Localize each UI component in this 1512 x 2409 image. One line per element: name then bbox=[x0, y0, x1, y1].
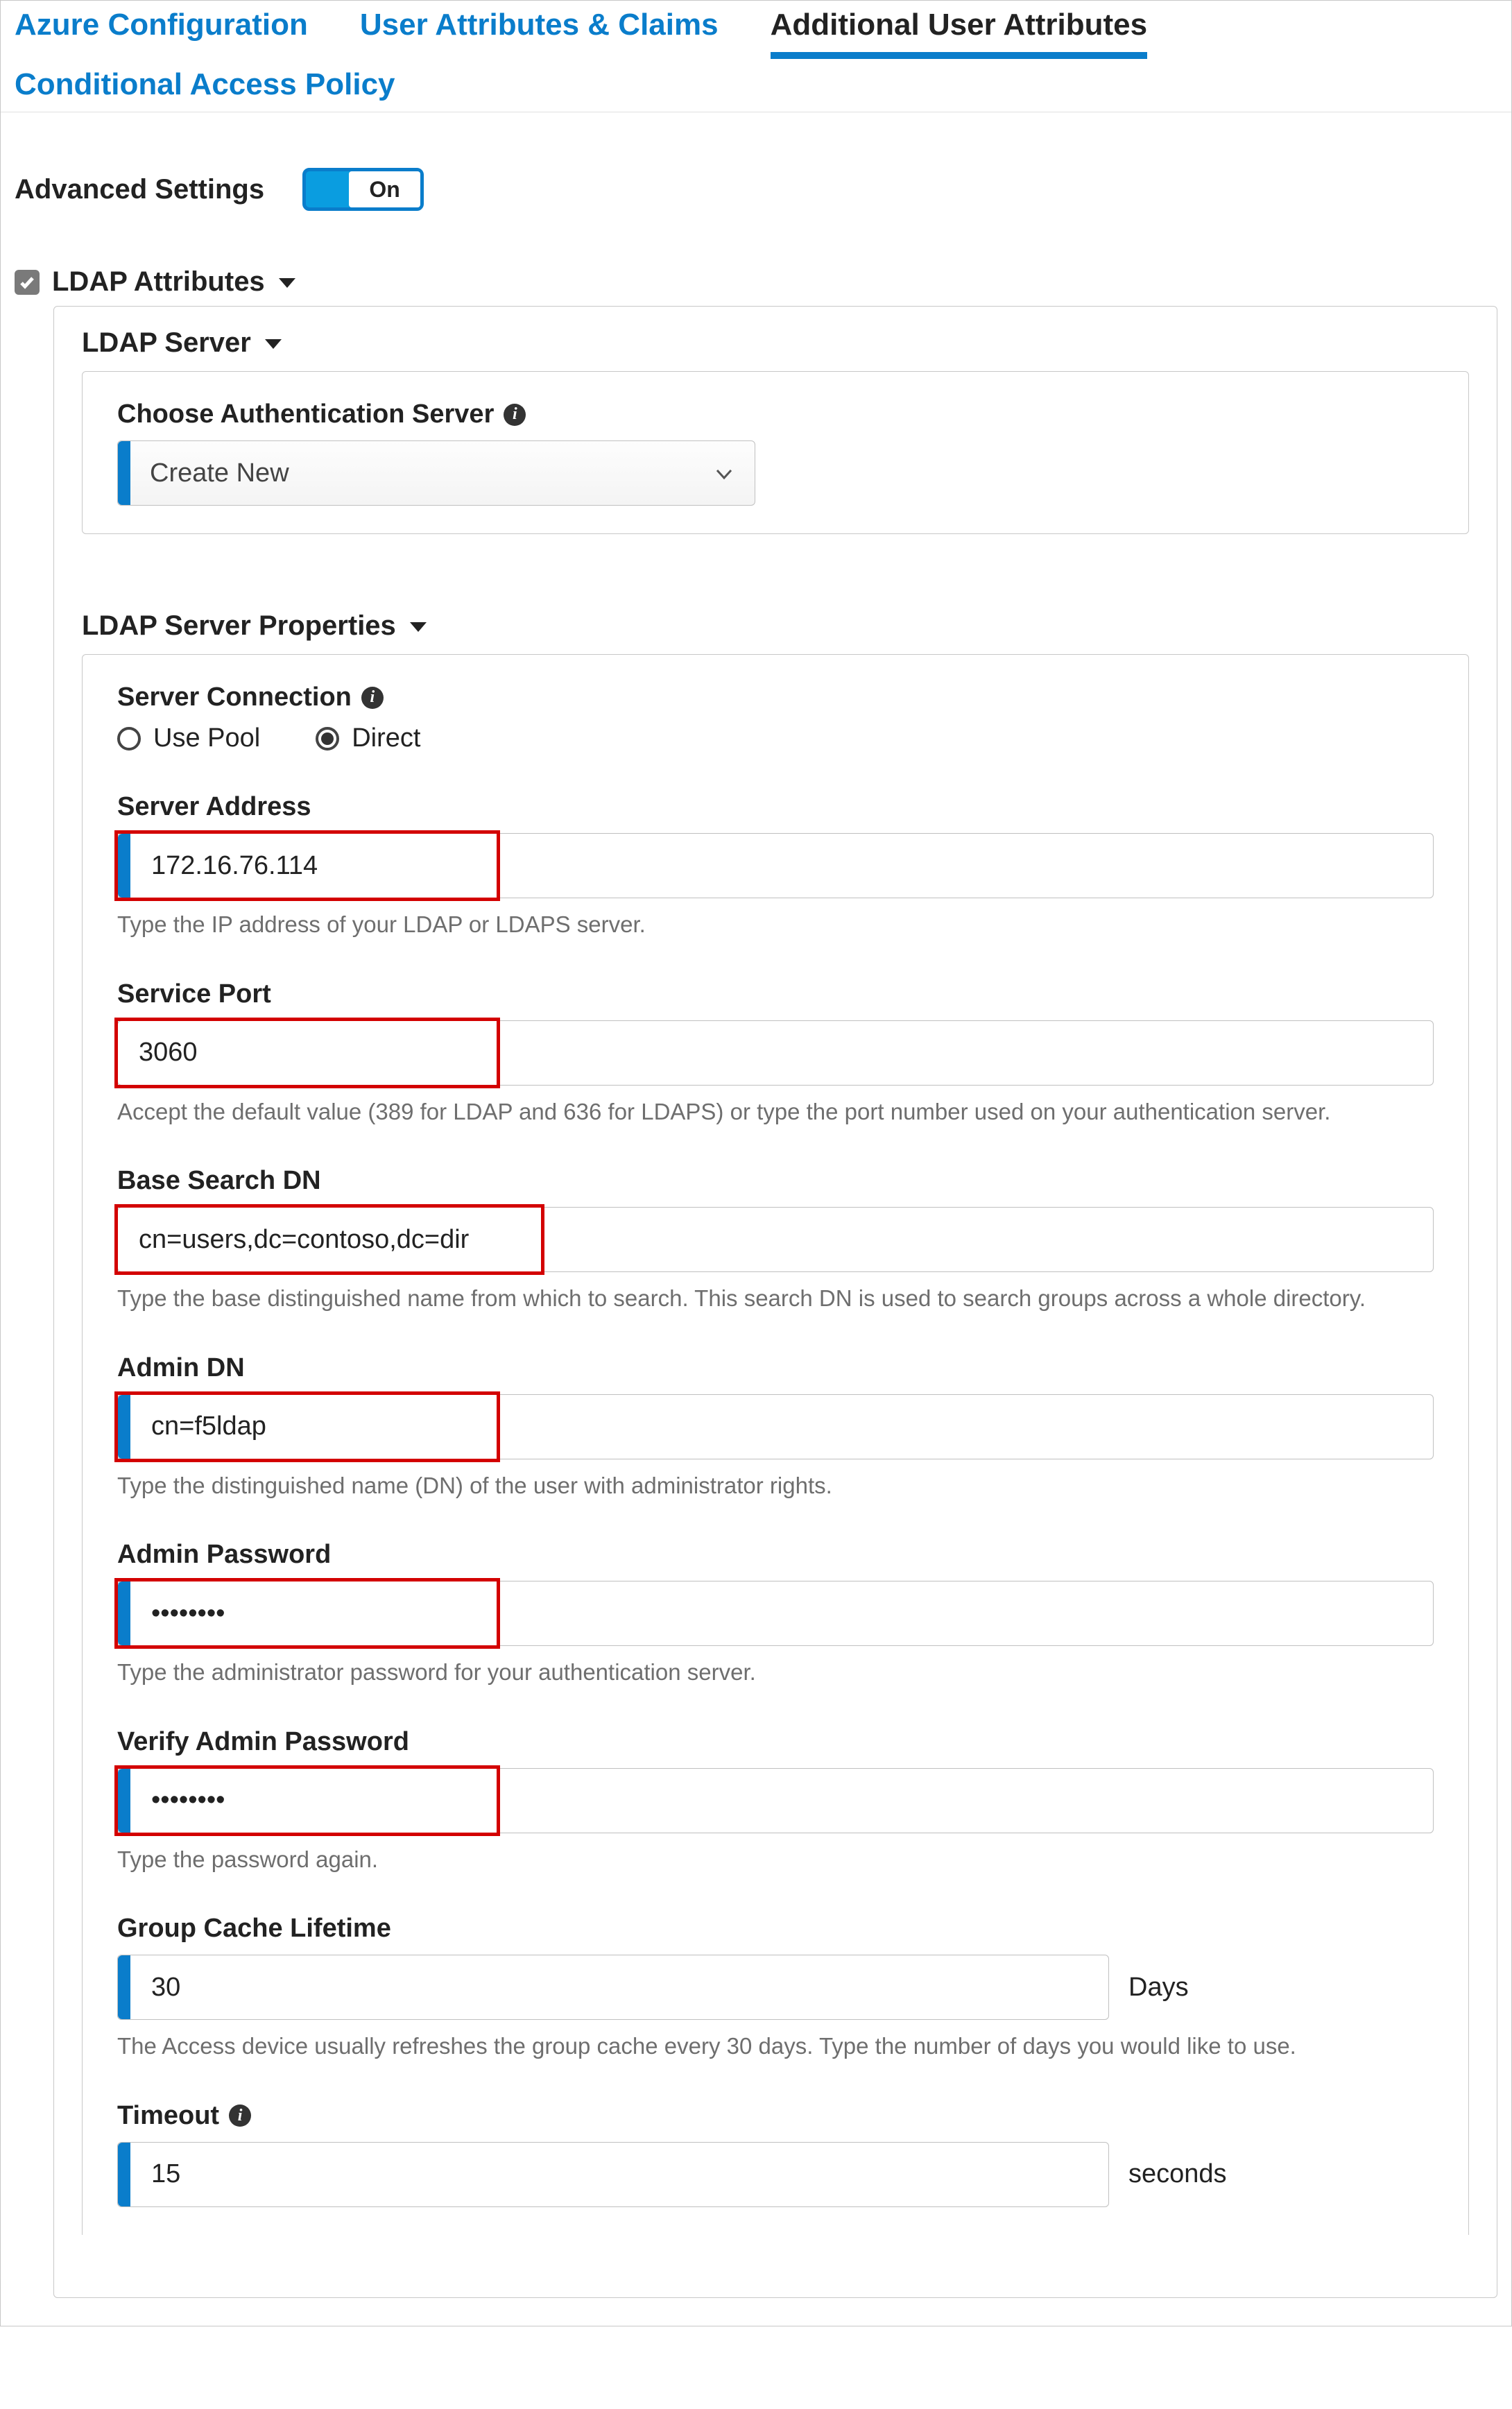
direct-label: Direct bbox=[352, 723, 420, 753]
ldap-server-title: LDAP Server bbox=[82, 327, 251, 359]
choose-auth-server-select[interactable]: Create New bbox=[117, 440, 755, 506]
tab-user-attributes-claims[interactable]: User Attributes & Claims bbox=[360, 8, 719, 52]
group-cache-unit: Days bbox=[1128, 1973, 1189, 2003]
admin-dn-help: Type the distinguished name (DN) of the … bbox=[117, 1471, 1434, 1502]
info-icon[interactable]: i bbox=[361, 687, 384, 709]
admin-password-help: Type the administrator password for your… bbox=[117, 1657, 1434, 1688]
server-address-help: Type the IP address of your LDAP or LDAP… bbox=[117, 909, 1434, 941]
timeout-unit: seconds bbox=[1128, 2159, 1227, 2189]
server-connection-label: Server Connection bbox=[117, 683, 352, 712]
group-cache-input[interactable] bbox=[130, 1955, 1108, 2019]
base-dn-label: Base Search DN bbox=[117, 1166, 1434, 1196]
tab-azure-configuration[interactable]: Azure Configuration bbox=[15, 8, 308, 52]
timeout-label: Timeout bbox=[117, 2101, 219, 2131]
verify-password-input[interactable] bbox=[130, 1769, 1433, 1833]
server-address-input[interactable] bbox=[130, 834, 1433, 898]
service-port-help: Accept the default value (389 for LDAP a… bbox=[117, 1097, 1434, 1128]
tab-conditional-access-policy[interactable]: Conditional Access Policy bbox=[15, 67, 395, 112]
verify-password-help: Type the password again. bbox=[117, 1844, 1434, 1876]
ldap-server-properties-header[interactable]: LDAP Server Properties bbox=[82, 610, 1469, 642]
ldap-server-properties-title: LDAP Server Properties bbox=[82, 610, 396, 642]
service-port-label: Service Port bbox=[117, 979, 1434, 1009]
base-dn-input[interactable] bbox=[118, 1208, 1433, 1271]
base-dn-help: Type the base distinguished name from wh… bbox=[117, 1283, 1434, 1314]
group-cache-help: The Access device usually refreshes the … bbox=[117, 2031, 1434, 2062]
server-connection-use-pool-radio[interactable]: Use Pool bbox=[117, 723, 260, 753]
choose-auth-server-value: Create New bbox=[130, 458, 714, 488]
tab-bar: Azure Configuration User Attributes & Cl… bbox=[1, 1, 1511, 112]
info-icon[interactable]: i bbox=[229, 2104, 251, 2127]
group-cache-label: Group Cache Lifetime bbox=[117, 1914, 1434, 1944]
info-icon[interactable]: i bbox=[504, 404, 526, 426]
caret-down-icon bbox=[409, 619, 428, 633]
advanced-settings-toggle[interactable]: On bbox=[302, 168, 424, 211]
ldap-server-header[interactable]: LDAP Server bbox=[82, 327, 1469, 359]
ldap-attributes-title: LDAP Attributes bbox=[52, 266, 265, 298]
server-address-label: Server Address bbox=[117, 792, 1434, 822]
timeout-input[interactable] bbox=[130, 2143, 1108, 2206]
verify-password-label: Verify Admin Password bbox=[117, 1727, 1434, 1757]
server-connection-direct-radio[interactable]: Direct bbox=[316, 723, 420, 753]
caret-down-icon bbox=[277, 275, 297, 289]
caret-down-icon bbox=[264, 336, 283, 350]
use-pool-label: Use Pool bbox=[153, 723, 260, 753]
choose-auth-server-label: Choose Authentication Server bbox=[117, 400, 494, 429]
admin-dn-input[interactable] bbox=[130, 1395, 1433, 1459]
admin-password-label: Admin Password bbox=[117, 1540, 1434, 1570]
admin-password-input[interactable] bbox=[130, 1581, 1433, 1645]
tab-additional-user-attributes[interactable]: Additional User Attributes bbox=[771, 8, 1148, 59]
toggle-state: On bbox=[349, 171, 420, 207]
chevron-down-icon bbox=[714, 458, 734, 488]
service-port-input[interactable] bbox=[118, 1021, 1433, 1085]
ldap-attributes-checkbox[interactable] bbox=[15, 270, 40, 295]
advanced-settings-label: Advanced Settings bbox=[15, 174, 264, 205]
admin-dn-label: Admin DN bbox=[117, 1353, 1434, 1383]
ldap-attributes-header[interactable]: LDAP Attributes bbox=[15, 266, 1497, 298]
